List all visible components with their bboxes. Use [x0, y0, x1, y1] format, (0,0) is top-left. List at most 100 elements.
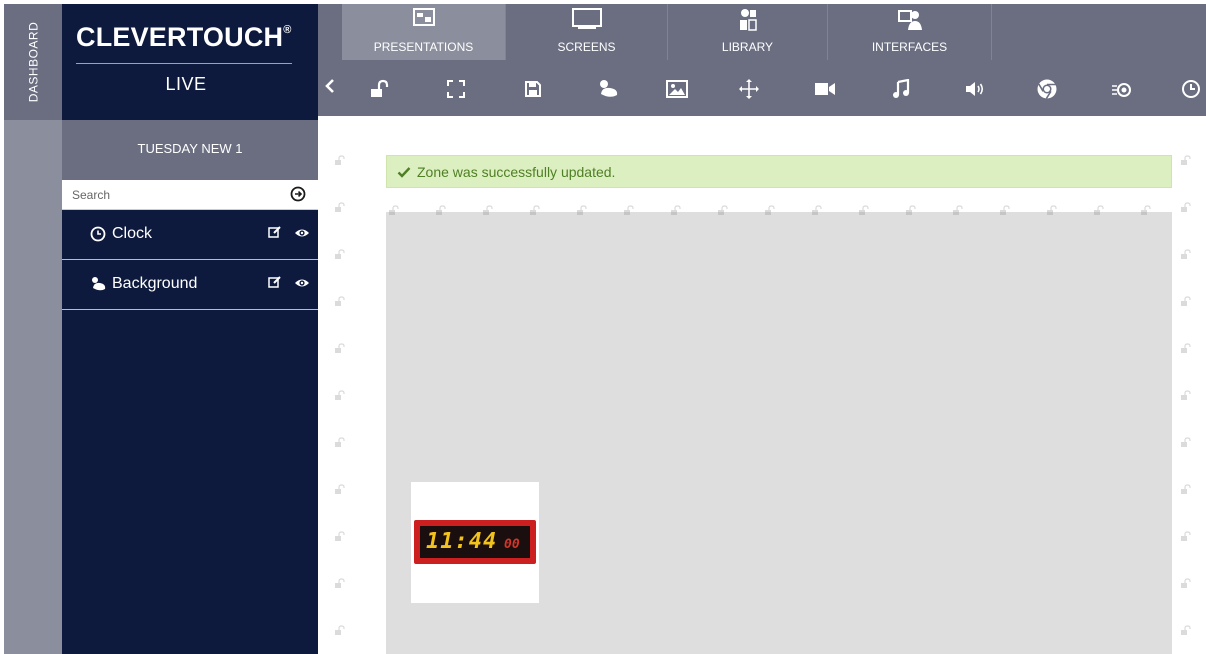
- lock-marker-icon[interactable]: [1180, 293, 1192, 306]
- lock-marker-icon[interactable]: [1180, 387, 1192, 400]
- eye-icon[interactable]: [294, 276, 310, 288]
- toolbar: [318, 60, 1206, 116]
- arrow-circle-right-icon[interactable]: [290, 186, 306, 202]
- lock-marker-icon[interactable]: [1180, 622, 1192, 635]
- lock-marker-icon[interactable]: [1180, 340, 1192, 353]
- lock-marker-icon[interactable]: [1140, 202, 1152, 215]
- lock-marker-icon[interactable]: [858, 202, 870, 215]
- tab-presentations[interactable]: PRESENTATIONS: [342, 4, 506, 60]
- lock-marker-icon[interactable]: [670, 202, 682, 215]
- lock-marker-icon[interactable]: [952, 202, 964, 215]
- lock-marker-icon[interactable]: [811, 202, 823, 215]
- lock-marker-icon[interactable]: [529, 202, 541, 215]
- lock-marker-icon[interactable]: [576, 202, 588, 215]
- tab-label: PRESENTATIONS: [373, 40, 474, 54]
- lock-marker-icon[interactable]: [334, 199, 346, 212]
- background-icon[interactable]: [598, 78, 620, 100]
- lock-marker-icon[interactable]: [1093, 202, 1105, 215]
- move-icon[interactable]: [738, 78, 760, 100]
- lock-marker-icon[interactable]: [334, 152, 346, 165]
- brand-subtitle: LIVE: [165, 74, 207, 94]
- lock-marker-icon[interactable]: [435, 202, 447, 215]
- unlock-icon[interactable]: [368, 78, 390, 100]
- video-icon[interactable]: [814, 78, 836, 100]
- lock-marker-icon[interactable]: [1180, 199, 1192, 212]
- lock-marker-icon[interactable]: [1046, 202, 1058, 215]
- alert-message: Zone was successfully updated.: [417, 164, 616, 180]
- dashboard-strip: DASHBOARD: [4, 4, 62, 654]
- logo-divider: [76, 63, 292, 64]
- success-alert: Zone was successfully updated.: [386, 155, 1172, 188]
- tab-interfaces[interactable]: INTERFACES: [828, 4, 992, 60]
- chevron-left-icon: [325, 78, 335, 98]
- app-root: DASHBOARD CLEVERTOUCH® LIVE TUESDAY NEW …: [0, 0, 1206, 654]
- presentations-icon: [412, 8, 435, 29]
- interfaces-icon: [897, 8, 923, 35]
- lock-marker-icon[interactable]: [905, 202, 917, 215]
- lock-marker-icon[interactable]: [334, 575, 346, 588]
- dashboard-button[interactable]: DASHBOARD: [4, 4, 62, 120]
- save-icon[interactable]: [522, 78, 544, 100]
- rss-icon[interactable]: [1110, 78, 1132, 100]
- collapse-sidebar-button[interactable]: [318, 74, 342, 102]
- edit-icon[interactable]: [268, 275, 282, 289]
- tab-label: LIBRARY: [721, 40, 774, 54]
- clock-frame: 11:44 00: [414, 520, 536, 564]
- search-bar: [62, 180, 318, 210]
- edit-icon[interactable]: [268, 225, 282, 239]
- image-icon[interactable]: [666, 78, 688, 100]
- lock-marker-icon[interactable]: [334, 622, 346, 635]
- top-navigation: PRESENTATIONS SCREENS LIBRARY INTERFACES: [318, 4, 1206, 60]
- lock-marker-icon[interactable]: [482, 202, 494, 215]
- clock-seconds: 00: [504, 537, 520, 552]
- layer-label: Background: [112, 275, 198, 292]
- lock-marker-icon[interactable]: [717, 202, 729, 215]
- lock-marker-icon[interactable]: [334, 434, 346, 447]
- canvas-area: Zone was successfully updated. 11:44 00: [318, 116, 1206, 654]
- tab-label: SCREENS: [557, 40, 616, 54]
- clock-face: 11:44 00: [420, 526, 530, 558]
- lock-marker-icon[interactable]: [1180, 528, 1192, 541]
- lock-marker-icon[interactable]: [623, 202, 635, 215]
- lock-marker-icon[interactable]: [1180, 575, 1192, 588]
- lock-marker-icon[interactable]: [764, 202, 776, 215]
- layer-label: Clock: [112, 225, 153, 242]
- lock-marker-icon[interactable]: [334, 293, 346, 306]
- tab-library[interactable]: LIBRARY: [668, 4, 828, 60]
- eye-icon[interactable]: [294, 226, 310, 238]
- check-icon: [397, 165, 411, 179]
- lock-marker-icon[interactable]: [334, 246, 346, 259]
- lock-marker-icon[interactable]: [1180, 152, 1192, 165]
- layer-item-clock[interactable]: Clock: [62, 211, 318, 260]
- search-input[interactable]: [72, 185, 272, 205]
- lock-marker-icon[interactable]: [1180, 434, 1192, 447]
- clock-hours-minutes: 11:44: [426, 529, 498, 554]
- fullscreen-icon[interactable]: [445, 78, 467, 100]
- brand-logo[interactable]: CLEVERTOUCH® LIVE: [62, 4, 318, 120]
- brand-name: CLEVERTOUCH: [76, 22, 284, 52]
- clock-icon[interactable]: [1180, 78, 1202, 100]
- clock-widget[interactable]: 11:44 00: [411, 482, 539, 603]
- lock-marker-icon[interactable]: [334, 387, 346, 400]
- layer-item-background[interactable]: Background: [62, 261, 318, 310]
- paint-icon: [90, 276, 108, 294]
- tab-screens[interactable]: SCREENS: [506, 4, 668, 60]
- music-icon[interactable]: [890, 78, 912, 100]
- lock-marker-icon[interactable]: [334, 528, 346, 541]
- volume-icon[interactable]: [964, 78, 986, 100]
- lock-marker-icon[interactable]: [388, 202, 400, 215]
- lock-marker-icon[interactable]: [334, 340, 346, 353]
- brand-mark: ®: [283, 24, 292, 36]
- lock-marker-icon[interactable]: [1180, 481, 1192, 494]
- screen-icon: [571, 8, 602, 33]
- lock-marker-icon[interactable]: [334, 481, 346, 494]
- dashboard-label: DASHBOARD: [26, 21, 41, 103]
- lock-marker-icon[interactable]: [999, 202, 1011, 215]
- clock-icon: [90, 226, 108, 244]
- tab-label: INTERFACES: [871, 40, 948, 54]
- lock-marker-icon[interactable]: [1180, 246, 1192, 259]
- library-icon: [738, 8, 758, 35]
- presentation-title: TUESDAY NEW 1: [62, 120, 318, 180]
- chrome-icon[interactable]: [1036, 78, 1058, 100]
- sidebar: CLEVERTOUCH® LIVE TUESDAY NEW 1 Clock: [62, 4, 318, 654]
